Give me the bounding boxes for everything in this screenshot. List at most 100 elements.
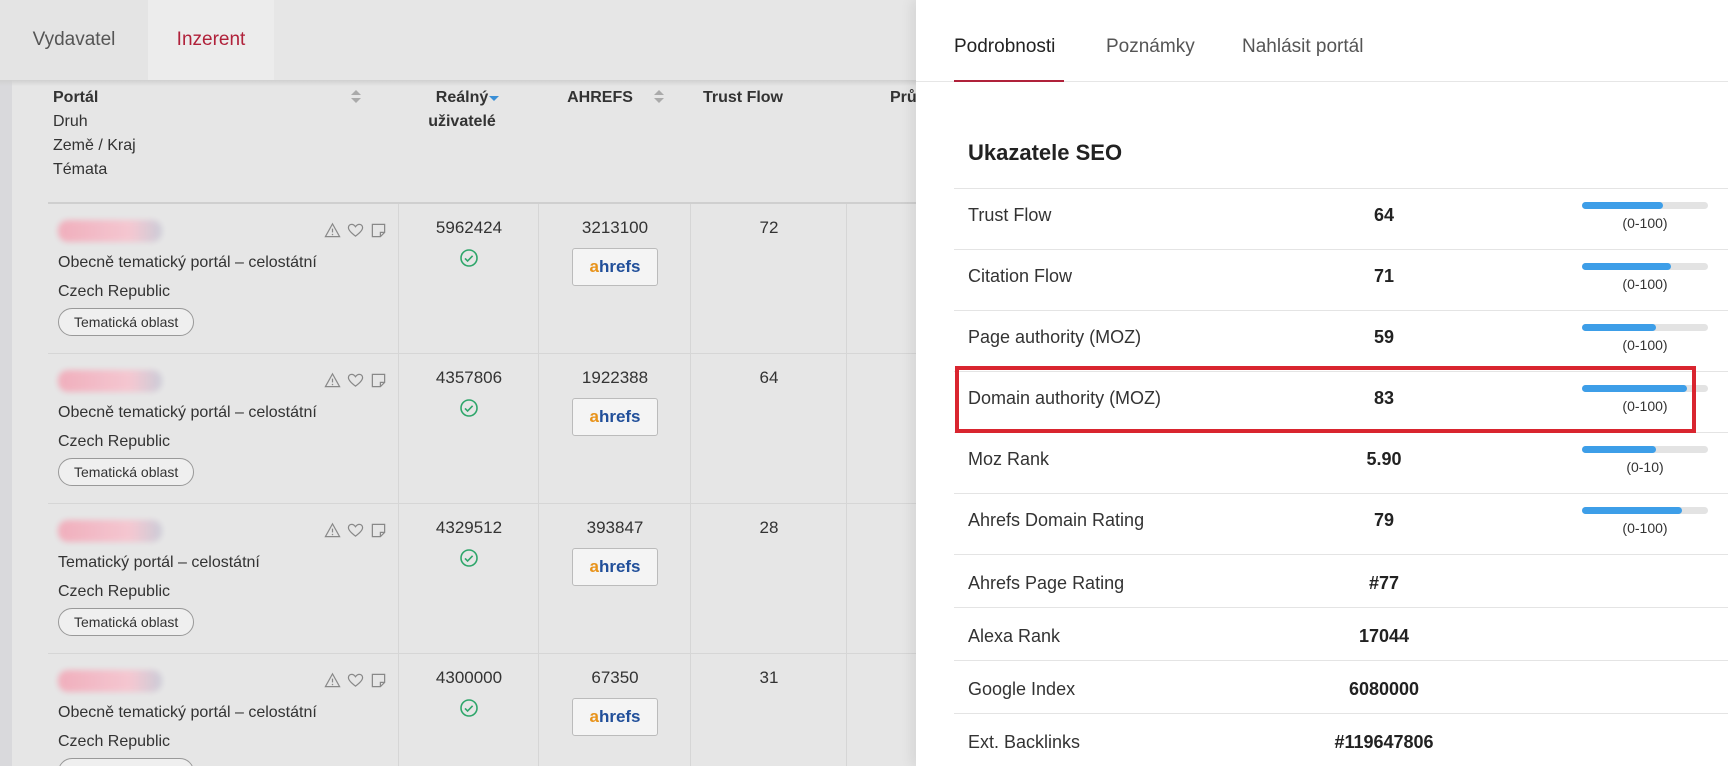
- heart-icon[interactable]: [347, 222, 364, 244]
- metric-progress-fill: [1582, 385, 1687, 392]
- metric-value: 83: [1373, 388, 1395, 408]
- header-portal[interactable]: Portál Druh Země / Kraj Témata: [53, 86, 373, 202]
- header-ahrefs[interactable]: AHREFS: [538, 86, 664, 202]
- next-cell: [846, 204, 916, 354]
- table-row[interactable]: Obecně tematický portál – celostátní Cze…: [48, 354, 916, 504]
- warning-icon[interactable]: [324, 522, 341, 544]
- metric-value: 79: [1373, 510, 1395, 530]
- table-row[interactable]: Obecně tematický portál – celostátní Cze…: [48, 654, 916, 766]
- topic-tag[interactable]: Tematická oblast: [58, 608, 195, 636]
- real-users-value: 4357806: [435, 368, 503, 387]
- portal-name-blurred[interactable]: [58, 220, 162, 242]
- sort-up-icon: [654, 90, 664, 95]
- heart-icon[interactable]: [347, 372, 364, 394]
- seo-metric-row: Google Index 6080000: [954, 660, 1728, 713]
- metric-value: 71: [1373, 266, 1395, 286]
- metric-progress-fill: [1582, 202, 1663, 209]
- note-icon[interactable]: [370, 522, 387, 544]
- metric-progress-fill: [1582, 446, 1657, 453]
- ahrefs-logo-rest: hrefs: [598, 707, 641, 726]
- sort-active-icon: [489, 96, 499, 101]
- table-row[interactable]: Obecně tematický portál – celostátní Cze…: [48, 204, 916, 354]
- header-portal-label: Portál: [53, 89, 99, 106]
- header-topics-label: Témata: [53, 161, 108, 178]
- portal-country: Czech Republic: [58, 733, 171, 750]
- metric-progress-fill: [1582, 324, 1657, 331]
- header-ahrefs-label: AHREFS: [567, 89, 633, 106]
- table-row[interactable]: Tematický portál – celostátní Czech Repu…: [48, 504, 916, 654]
- ahrefs-value: 67350: [591, 668, 639, 687]
- real-users-value: 4300000: [435, 668, 503, 687]
- metric-progress-fill: [1582, 263, 1672, 270]
- topic-tag[interactable]: Tematická oblast: [58, 308, 195, 336]
- ahrefs-button[interactable]: ahrefs: [572, 398, 658, 436]
- ahrefs-value: 393847: [586, 518, 644, 537]
- metric-value: #77: [1368, 573, 1400, 593]
- trust-flow-cell: 64: [690, 354, 846, 504]
- sort-up-icon: [351, 90, 361, 95]
- metric-progress-fill: [1582, 507, 1682, 514]
- ahrefs-logo-rest: hrefs: [598, 257, 641, 276]
- note-icon[interactable]: [370, 372, 387, 394]
- tab-nahlasit-portal[interactable]: Nahlásit portál: [1242, 36, 1363, 58]
- tab-vydavatel[interactable]: Vydavatel: [0, 0, 148, 80]
- metric-label: Page authority (MOZ): [968, 327, 1142, 347]
- topic-tag[interactable]: Tematická oblast: [58, 458, 195, 486]
- heart-icon[interactable]: [347, 672, 364, 694]
- ahrefs-button[interactable]: ahrefs: [572, 698, 658, 736]
- trust-flow-cell: 72: [690, 204, 846, 354]
- metric-label: Ahrefs Page Rating: [968, 573, 1125, 593]
- metric-progress-bar: [1582, 446, 1708, 453]
- ahrefs-logo-a: a: [589, 407, 599, 426]
- detail-drawer: Podrobnosti Poznámky Nahlásit portál Uka…: [916, 0, 1728, 766]
- seo-metric-row: Domain authority (MOZ) 83 (0-100): [954, 371, 1728, 432]
- next-cell: [846, 504, 916, 654]
- heart-icon[interactable]: [347, 522, 364, 544]
- check-circle-icon: [459, 698, 479, 718]
- tab-podrobnosti[interactable]: Podrobnosti: [954, 36, 1055, 58]
- trust-flow-value: 64: [759, 368, 779, 387]
- warning-icon[interactable]: [324, 222, 341, 244]
- metric-value: 59: [1373, 327, 1395, 347]
- tab-poznamky[interactable]: Poznámky: [1106, 36, 1195, 58]
- note-icon[interactable]: [370, 222, 387, 244]
- section-title: Ukazatele SEO: [968, 140, 1123, 165]
- header-cut-off[interactable]: Prů: [890, 86, 916, 202]
- portal-name-blurred[interactable]: [58, 520, 162, 542]
- portal-name-blurred[interactable]: [58, 370, 162, 392]
- portal-cell: Obecně tematický portál – celostátní Cze…: [48, 354, 398, 504]
- header-country-label: Země / Kraj: [53, 137, 136, 154]
- tab-inzerent[interactable]: Inzerent: [148, 0, 274, 80]
- warning-icon[interactable]: [324, 372, 341, 394]
- warning-icon[interactable]: [324, 672, 341, 694]
- portal-country: Czech Republic: [58, 583, 171, 600]
- seo-metric-row: Citation Flow 71 (0-100): [954, 249, 1728, 310]
- metric-progress-bar: [1582, 385, 1708, 392]
- ahrefs-cell: 393847 ahrefs: [538, 504, 690, 654]
- check-circle-icon: [459, 248, 479, 268]
- row-actions: [324, 222, 387, 244]
- portal-country: Czech Republic: [58, 283, 171, 300]
- active-tab-underline: [954, 80, 1064, 82]
- ahrefs-button[interactable]: ahrefs: [572, 548, 658, 586]
- topic-tag[interactable]: Tematická oblast: [58, 758, 195, 766]
- sort-down-icon: [351, 98, 361, 103]
- real-users-cell: 4300000: [398, 654, 538, 766]
- ahrefs-button[interactable]: ahrefs: [572, 248, 658, 286]
- metric-progress-bar: [1582, 324, 1708, 331]
- ahrefs-logo-rest: hrefs: [598, 407, 641, 426]
- metric-range: (0-100): [1622, 398, 1668, 414]
- note-icon[interactable]: [370, 672, 387, 694]
- ahrefs-logo-rest: hrefs: [598, 557, 641, 576]
- header-real-users[interactable]: Reálný uživatelé: [398, 86, 526, 202]
- metric-progress-bar: [1582, 507, 1708, 514]
- seo-metric-row: Moz Rank 5.90 (0-10): [954, 432, 1728, 493]
- real-users-cell: 5962424: [398, 204, 538, 354]
- next-cell: [846, 654, 916, 766]
- portal-name-blurred[interactable]: [58, 670, 162, 692]
- metric-label: Citation Flow: [968, 266, 1073, 286]
- ahrefs-value: 3213100: [581, 218, 649, 237]
- metric-label: Ahrefs Domain Rating: [968, 510, 1145, 530]
- header-trust-flow[interactable]: Trust Flow: [688, 86, 798, 202]
- trust-flow-value: 72: [759, 218, 779, 237]
